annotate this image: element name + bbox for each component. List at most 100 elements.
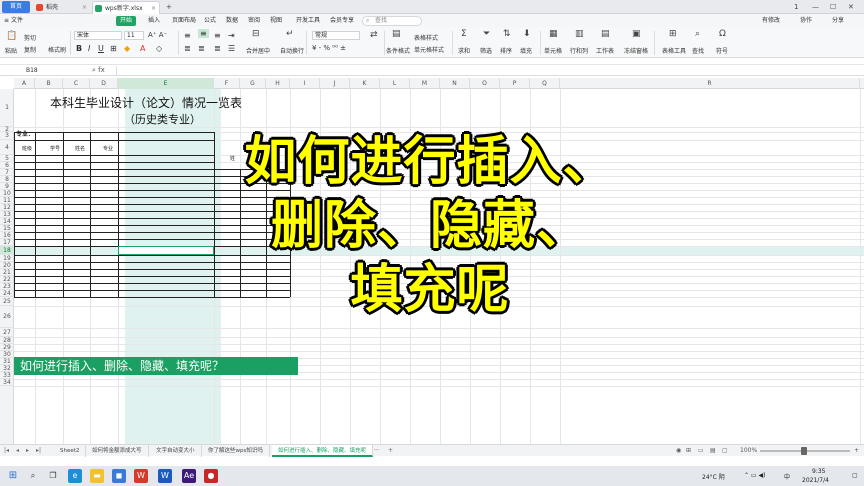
row-header-3[interactable]: 3 [0, 132, 14, 140]
fx-icon[interactable]: fx [98, 66, 105, 74]
row-header-17[interactable]: 17 [0, 239, 14, 246]
column-header-Q[interactable]: Q [530, 78, 560, 89]
font-name-select[interactable]: 宋体 [74, 31, 122, 40]
weather-status[interactable]: 24°C 阴 [702, 472, 725, 481]
column-header-I[interactable]: I [290, 78, 320, 89]
column-header-C[interactable]: C [63, 78, 90, 89]
filter-button[interactable]: 筛选 [480, 46, 492, 55]
column-header-L[interactable]: L [380, 78, 410, 89]
sheet-tab[interactable]: 你了解这些wps知识吗 [202, 445, 270, 457]
minimize-button[interactable]: — [812, 1, 819, 13]
sheet-tab[interactable]: 如何将金额添成大写 [86, 445, 149, 457]
merge-center-icon[interactable]: ⊟ [252, 29, 260, 39]
wrap-text-icon[interactable]: ↵ [286, 29, 294, 39]
find-button[interactable]: 查找 [692, 46, 704, 55]
copy-button[interactable]: 复制 [24, 45, 36, 54]
row-header-30[interactable]: 30 [0, 351, 14, 358]
more-sheets-button[interactable]: ··· [374, 445, 380, 457]
freeze-pane-button[interactable]: 冻结窗格 [624, 46, 648, 55]
menu-file[interactable]: ≡ 文件 [4, 14, 23, 27]
notification-icon[interactable]: ▢ [852, 472, 858, 479]
zoom-slider-handle[interactable] [801, 447, 807, 455]
first-sheet-icon[interactable]: |◂ [4, 445, 9, 457]
column-header-K[interactable]: K [350, 78, 380, 89]
menu-tab-3[interactable]: 公式 [204, 14, 216, 27]
tab-docer[interactable]: 稻壳 × [34, 1, 90, 14]
distributed-icon[interactable]: ☰ [228, 44, 235, 53]
row-header-28[interactable]: 28 [0, 337, 14, 344]
menu-tab-4[interactable]: 数据 [226, 14, 238, 27]
clock-date[interactable]: 2021/7/4 [802, 477, 829, 484]
premiere-icon[interactable]: Ae [182, 469, 196, 483]
system-tray-icons[interactable]: ⌃ ▭ ◀) [744, 472, 765, 479]
search-input[interactable]: ⌕ 查找 [362, 16, 422, 26]
align-left-icon[interactable]: ≣ [184, 44, 191, 53]
auto-wrap-button[interactable]: 自动换行 [280, 46, 304, 55]
column-header-B[interactable]: B [35, 78, 63, 89]
column-header-J[interactable]: J [320, 78, 350, 89]
menu-tab-6[interactable]: 视图 [270, 14, 282, 27]
row-header-25[interactable]: 25 [0, 297, 14, 306]
row-header-29[interactable]: 29 [0, 344, 14, 351]
eye-protection-icon[interactable]: ◉ [676, 445, 681, 457]
row-header-33[interactable]: 33 [0, 372, 14, 379]
table-style-button[interactable]: 表格样式 [414, 33, 438, 42]
column-header-G[interactable]: G [240, 78, 266, 89]
tab-workbook[interactable]: wps新字.xlsx × [92, 1, 160, 14]
windows-start-icon[interactable]: ⊞ [6, 469, 20, 483]
row-header-13[interactable]: 13 [0, 211, 14, 218]
paste-button[interactable]: 粘贴 [5, 46, 17, 55]
row-header-15[interactable]: 15 [0, 225, 14, 232]
formula-input[interactable] [116, 66, 860, 75]
add-sheet-button[interactable]: + [388, 445, 393, 457]
sum-icon[interactable]: Σ [461, 29, 467, 39]
italic-icon[interactable]: I [88, 44, 90, 53]
search-icon[interactable]: ⌕ [26, 469, 40, 483]
conditional-format-icon[interactable]: ▤ [392, 29, 401, 39]
type-convert-icon[interactable]: ⇄ [370, 30, 378, 40]
paste-icon[interactable]: 📋 [6, 31, 17, 41]
row-header-8[interactable]: 8 [0, 176, 14, 183]
table-tools-button[interactable]: 表格工具 [662, 46, 686, 55]
indent-icon[interactable]: ⇥ [228, 31, 235, 40]
recorder-icon[interactable]: ● [204, 469, 218, 483]
edge-browser-icon[interactable]: e [68, 469, 82, 483]
number-format-icons[interactable]: ¥ - % ⁰⁰ ± [312, 44, 346, 52]
row-header-34[interactable]: 34 [0, 379, 14, 386]
symbol-button[interactable]: 符号 [716, 46, 728, 55]
unsaved-changes-button[interactable]: 有修改 [762, 14, 780, 27]
column-header-R[interactable]: R [560, 78, 860, 89]
row-column-button[interactable]: 行和列 [570, 46, 588, 55]
collaborate-button[interactable]: 协作 [800, 14, 812, 27]
sort-icon[interactable]: ⇅ [503, 29, 511, 39]
clock-time[interactable]: 9:35 [812, 468, 825, 475]
row-header-21[interactable]: 21 [0, 269, 14, 276]
underline-icon[interactable]: U [98, 44, 104, 53]
share-button[interactable]: 分享 [832, 14, 844, 27]
column-header-D[interactable]: D [90, 78, 118, 89]
cell-icon[interactable]: ▦ [549, 29, 558, 39]
font-size-select[interactable]: 11 [124, 31, 144, 40]
symbol-icon[interactable]: Ω [719, 29, 726, 39]
row-column-icon[interactable]: ▥ [575, 29, 584, 39]
clear-format-icon[interactable]: ◇ [156, 44, 162, 53]
align-middle-icon[interactable]: ≡ [198, 29, 209, 38]
name-box[interactable]: B18 [14, 66, 76, 75]
sheet-tab-active[interactable]: 如何进行插入、删除、隐藏、填充呢 [272, 445, 374, 457]
bold-icon[interactable]: B [76, 44, 82, 53]
menu-tab-1[interactable]: 插入 [148, 14, 160, 27]
sort-button[interactable]: 排序 [500, 46, 512, 55]
merge-center-button[interactable]: 合并居中 [246, 46, 270, 55]
menu-tab-5[interactable]: 审阅 [248, 14, 260, 27]
column-header-H[interactable]: H [266, 78, 290, 89]
zoom-level[interactable]: 100% [740, 445, 757, 457]
zoom-in-icon[interactable]: + [854, 445, 859, 457]
column-header-M[interactable]: M [410, 78, 440, 89]
font-color-icon[interactable]: A [140, 44, 145, 53]
row-header-6[interactable]: 6 [0, 162, 14, 169]
fill-button[interactable]: 填充 [520, 46, 532, 55]
freeze-pane-icon[interactable]: ▣ [632, 29, 641, 39]
number-format-select[interactable]: 常规 [312, 31, 360, 40]
row-header-4[interactable]: 4 [0, 140, 14, 155]
maximize-button[interactable]: ☐ [830, 1, 836, 13]
